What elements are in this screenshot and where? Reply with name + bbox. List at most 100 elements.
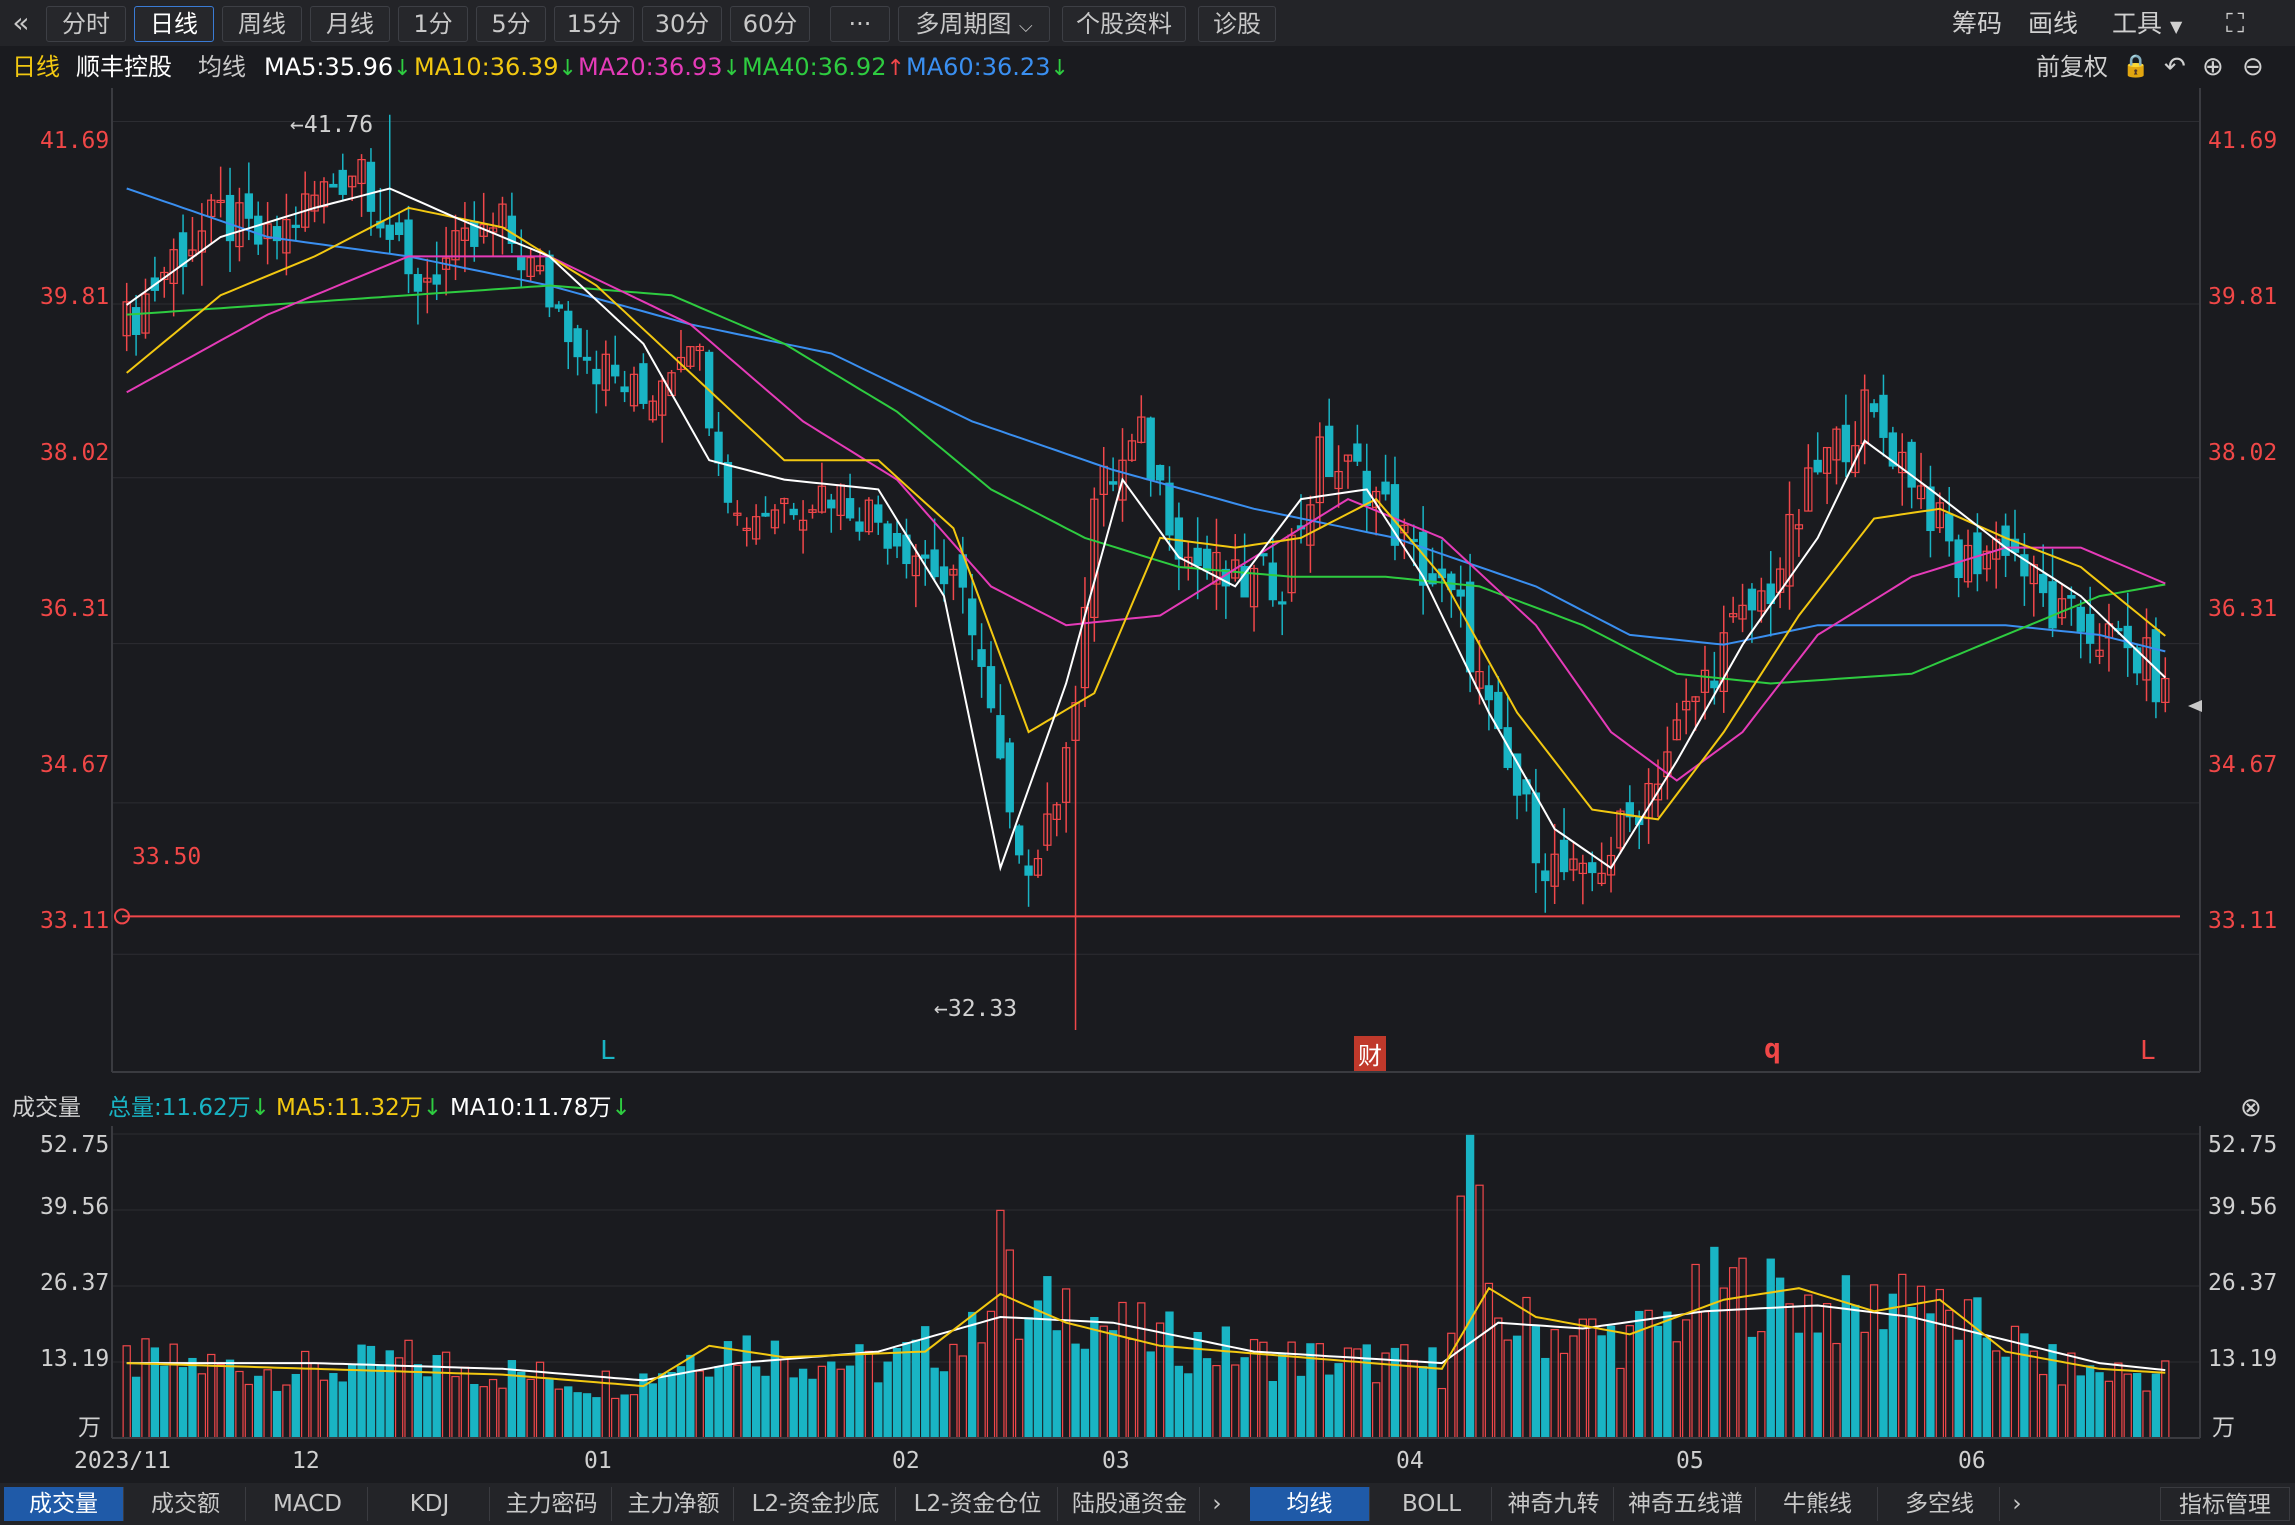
volume-title: 成交量 bbox=[12, 1095, 81, 1121]
undo-icon[interactable]: ↶ bbox=[2164, 46, 2186, 88]
period-tab-intraday[interactable]: 分时 bbox=[46, 6, 126, 42]
tools-label: 工具 bbox=[2112, 9, 2163, 38]
tab-kdj[interactable]: KDJ bbox=[370, 1487, 490, 1521]
volume-bar bbox=[1794, 1332, 1804, 1439]
tab-boll[interactable]: BOLL bbox=[1372, 1487, 1492, 1521]
chevron-right-icon[interactable]: › bbox=[1202, 1487, 1232, 1521]
candle-body bbox=[1813, 459, 1822, 473]
period-tab-weekly[interactable]: 周线 bbox=[222, 6, 302, 42]
volume-bar bbox=[451, 1375, 460, 1439]
stock-info-button[interactable]: 个股资料 bbox=[1062, 6, 1186, 42]
event-marker[interactable]: q bbox=[1764, 1032, 1781, 1065]
volume-bar bbox=[592, 1397, 601, 1439]
candle-body bbox=[385, 224, 394, 240]
tab-magic-nine[interactable]: 神奇九转 bbox=[1494, 1487, 1614, 1521]
tab-main-net[interactable]: 主力净额 bbox=[614, 1487, 734, 1521]
fullscreen-icon[interactable]: ⛶ bbox=[2226, 8, 2244, 40]
tab-l2-position[interactable]: L2-资金仓位 bbox=[898, 1487, 1058, 1521]
ma40-line bbox=[126, 284, 2166, 685]
candle-body bbox=[977, 649, 986, 667]
period-tab-60min[interactable]: 60分 bbox=[730, 6, 810, 42]
price-tick-right: 36.31 bbox=[2208, 596, 2278, 622]
volume-bar bbox=[1747, 1336, 1757, 1439]
chips-button[interactable]: 筹码 bbox=[1952, 8, 2002, 40]
volume-bar bbox=[122, 1345, 131, 1439]
volume-bar bbox=[329, 1373, 338, 1439]
period-tab-1min[interactable]: 1分 bbox=[398, 6, 468, 42]
tab-turnover[interactable]: 成交额 bbox=[126, 1487, 246, 1521]
multi-period-dropdown[interactable]: 多周期图 ⌵ bbox=[898, 6, 1050, 42]
volume-bar bbox=[1860, 1331, 1869, 1439]
tab-long-short[interactable]: 多空线 bbox=[1880, 1487, 2000, 1521]
volume-bar bbox=[855, 1344, 864, 1439]
candle-body bbox=[554, 304, 564, 309]
candle-body bbox=[723, 461, 733, 503]
tab-bull-bear[interactable]: 牛熊线 bbox=[1758, 1487, 1878, 1521]
period-tab-daily[interactable]: 日线 bbox=[134, 6, 214, 42]
tab-magic-five[interactable]: 神奇五线谱 bbox=[1616, 1487, 1756, 1521]
volume-bar bbox=[1278, 1353, 1287, 1439]
moving-average-lines bbox=[126, 187, 2166, 872]
draw-button[interactable]: 画线 bbox=[2028, 8, 2078, 40]
candle-body bbox=[1945, 513, 1954, 542]
tools-menu[interactable]: 工具 ▼ bbox=[2112, 8, 2182, 43]
volume-bar bbox=[1484, 1282, 1494, 1439]
candle-body bbox=[1325, 425, 1334, 478]
volume-bar bbox=[892, 1348, 902, 1439]
candle-body bbox=[1541, 870, 1550, 882]
volume-bar bbox=[366, 1345, 376, 1439]
tab-l2-bottom[interactable]: L2-资金抄底 bbox=[736, 1487, 896, 1521]
volume-bar bbox=[582, 1393, 592, 1439]
ma60-text: MA60:36.23 bbox=[906, 53, 1051, 81]
zoom-in-icon[interactable]: ⊕ bbox=[2202, 46, 2224, 88]
period-tab-15min[interactable]: 15分 bbox=[554, 6, 634, 42]
tab-northbound[interactable]: 陆股通资金 bbox=[1060, 1487, 1200, 1521]
vol-ma5-line bbox=[126, 1286, 2166, 1388]
volume-bar bbox=[216, 1363, 225, 1439]
period-tab-monthly[interactable]: 月线 bbox=[310, 6, 390, 42]
price-chart[interactable] bbox=[0, 88, 2295, 1088]
lock-icon[interactable]: 🔒 bbox=[2122, 46, 2149, 88]
tab-volume[interactable]: 成交量 bbox=[4, 1487, 124, 1521]
volume-bar bbox=[385, 1350, 394, 1439]
diagnose-button[interactable]: 诊股 bbox=[1198, 6, 1276, 42]
volume-bar bbox=[714, 1366, 723, 1439]
earnings-marker[interactable]: 财 bbox=[1354, 1036, 1386, 1071]
volume-unit-left: 万 bbox=[78, 1415, 101, 1441]
collapse-icon[interactable]: « bbox=[4, 6, 38, 42]
tab-main-code[interactable]: 主力密码 bbox=[492, 1487, 612, 1521]
candle-body bbox=[394, 222, 404, 235]
close-circle-icon[interactable]: ⊗ bbox=[2240, 1090, 2262, 1126]
chevron-right-icon[interactable]: › bbox=[2002, 1487, 2032, 1521]
adjust-mode-button[interactable]: 前复权 bbox=[2036, 46, 2108, 88]
stock-name[interactable]: 顺丰控股 bbox=[76, 46, 172, 88]
volume-bar bbox=[1221, 1326, 1231, 1439]
ma-settings-label[interactable]: 均线 bbox=[198, 46, 246, 88]
period-tab-5min[interactable]: 5分 bbox=[476, 6, 546, 42]
volume-bar bbox=[1841, 1275, 1851, 1439]
candle-body bbox=[930, 549, 939, 578]
event-marker[interactable]: L bbox=[2140, 1036, 2156, 1066]
candle-body bbox=[1484, 685, 1494, 701]
volume-bar bbox=[1710, 1246, 1719, 1439]
volume-bar bbox=[1052, 1330, 1061, 1439]
volume-bar bbox=[1118, 1301, 1127, 1439]
period-tab-30min[interactable]: 30分 bbox=[642, 6, 722, 42]
more-periods-button[interactable]: ··· bbox=[830, 6, 890, 42]
volume-chart[interactable] bbox=[0, 1126, 2295, 1446]
candle-body bbox=[883, 523, 892, 549]
candle-body bbox=[545, 254, 554, 308]
indicator-manage-button[interactable]: 指标管理 bbox=[2160, 1487, 2290, 1521]
price-grid bbox=[112, 121, 2200, 955]
event-marker[interactable]: L bbox=[600, 1036, 616, 1066]
zoom-out-icon[interactable]: ⊖ bbox=[2242, 46, 2264, 88]
volume-bar bbox=[1108, 1330, 1118, 1439]
tab-macd[interactable]: MACD bbox=[248, 1487, 368, 1521]
tab-ma-overlay[interactable]: 均线 bbox=[1250, 1487, 1370, 1521]
volume-bar bbox=[1024, 1317, 1033, 1439]
volume-bar bbox=[2067, 1352, 2076, 1439]
candle-body bbox=[1588, 862, 1597, 874]
candle-body bbox=[2085, 613, 2095, 644]
volume-bar bbox=[695, 1370, 704, 1439]
candle-body bbox=[1710, 680, 1719, 689]
